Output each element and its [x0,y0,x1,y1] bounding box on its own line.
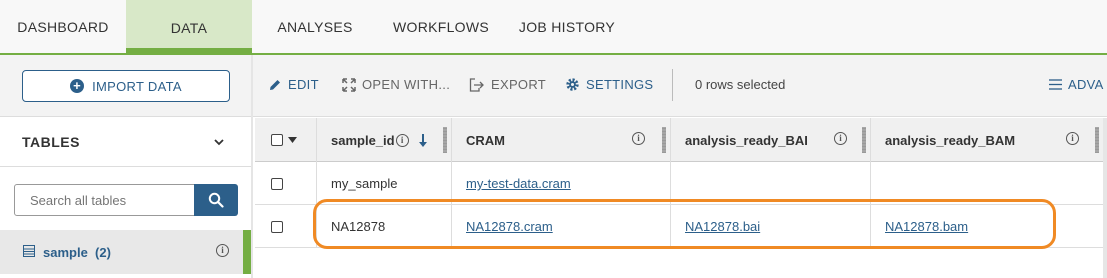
tab-label: DASHBOARD [17,18,109,35]
row-select-cell [255,205,317,248]
open-with-button[interactable]: OPEN WITH... [342,77,450,92]
column-header-analysis-ready-bai[interactable]: analysis_ready_BAI i [671,118,871,162]
row-checkbox[interactable] [271,220,283,233]
expand-arrows-icon [342,77,356,92]
toolbar: EDIT OPEN WITH... EXPORT SETTINGS 0 rows… [253,55,1107,117]
select-all-header[interactable] [255,118,317,162]
chevron-down-icon[interactable] [212,135,226,149]
menu-lines-icon [1049,79,1062,90]
sidebar-item-label: sample (2) [43,245,111,260]
bam-cell: NA12878.bam [871,205,1104,248]
tab-data[interactable]: DATA [126,0,252,55]
export-icon [469,77,484,92]
plus-circle-icon: + [70,79,85,93]
table-name: sample [43,245,88,260]
pencil-icon [270,79,280,90]
column-resize-handle[interactable] [1095,127,1099,153]
column-header-label: analysis_ready_BAI [685,132,808,148]
toolbar-divider [672,69,673,101]
app: DASHBOARD DATA ANALYSES WORKFLOWS JOB HI… [0,0,1107,278]
info-icon[interactable]: i [395,133,409,147]
row-checkbox[interactable] [271,177,283,190]
cram-cell: my-test-data.cram [452,162,671,205]
caret-down-icon[interactable] [288,137,297,143]
settings-label: SETTINGS [586,77,654,92]
column-header-cram[interactable]: CRAM i [452,118,671,162]
grid-header: sample_id i CRAM i analysis_ready_BAI i … [255,118,1107,162]
search-icon [208,192,224,208]
tab-analyses[interactable]: ANALYSES [252,0,378,53]
tab-dashboard[interactable]: DASHBOARD [0,0,126,53]
tab-workflows[interactable]: WORKFLOWS [378,0,504,53]
bai-cell [671,162,871,205]
export-button[interactable]: EXPORT [469,77,546,92]
file-link[interactable]: my-test-data.cram [466,176,571,191]
info-icon[interactable]: i [216,244,229,257]
tab-job-history[interactable]: JOB HISTORY [504,0,630,53]
sidebar-header: + IMPORT DATA [0,55,251,117]
advanced-label: ADVA [1068,77,1104,92]
table-count: (2) [95,245,111,260]
tab-label: ANALYSES [277,18,353,35]
rows-selected-status: 0 rows selected [695,77,786,92]
info-icon[interactable]: i [632,132,645,145]
column-header-label: sample_id [331,132,395,148]
bai-cell: NA12878.bai [671,205,871,248]
column-header-sample-id[interactable]: sample_id i [317,118,452,162]
search-button[interactable] [194,184,238,216]
export-label: EXPORT [491,77,547,92]
top-nav: DASHBOARD DATA ANALYSES WORKFLOWS JOB HI… [0,0,1107,55]
info-icon[interactable]: i [1066,132,1079,145]
edit-label: EDIT [288,77,319,92]
advanced-button[interactable]: ADVA [1049,77,1104,92]
file-link[interactable]: NA12878.bam [885,219,968,234]
open-with-label: OPEN WITH... [362,77,451,92]
file-link[interactable]: NA12878.bai [685,219,760,234]
import-data-button[interactable]: + IMPORT DATA [22,70,230,102]
table-row[interactable]: my_sample my-test-data.cram [255,162,1107,205]
column-resize-handle[interactable] [862,127,866,153]
sample-id-cell: my_sample [317,162,452,205]
file-link[interactable]: NA12878.cram [466,219,553,234]
info-icon[interactable]: i [834,132,847,145]
column-resize-handle[interactable] [443,127,447,153]
bam-cell [871,162,1104,205]
import-data-label: IMPORT DATA [92,78,182,94]
sort-descending-arrow-icon[interactable] [418,133,427,147]
edit-button[interactable]: EDIT [268,77,319,92]
tab-label: WORKFLOWS [392,18,490,35]
tables-section-header[interactable]: TABLES [0,117,251,167]
data-grid: sample_id i CRAM i analysis_ready_BAI i … [255,118,1107,278]
gear-icon [566,78,579,91]
column-header-label: CRAM [466,132,505,148]
sample-id-cell: NA12878 [317,205,452,248]
sidebar: + IMPORT DATA TABLES sample (2) i [0,55,253,278]
sidebar-item-sample[interactable]: sample (2) i [0,230,251,274]
column-header-analysis-ready-bam[interactable]: analysis_ready_BAM i [871,118,1104,162]
column-header-label: analysis_ready_BAM [885,132,1016,148]
vertical-scrollbar[interactable] [1103,118,1107,278]
tab-label: DATA [170,19,208,36]
tab-label: JOB HISTORY [518,18,616,35]
select-all-checkbox[interactable] [271,134,283,146]
table-row[interactable]: NA12878 NA12878.cram NA12878.bai NA12878… [255,205,1107,248]
search-tables-input[interactable] [14,184,195,216]
row-select-cell [255,162,317,205]
cram-cell: NA12878.cram [452,205,671,248]
tables-title: TABLES [22,134,80,150]
column-resize-handle[interactable] [662,127,666,153]
table-icon [23,245,35,257]
settings-button[interactable]: SETTINGS [565,77,653,92]
